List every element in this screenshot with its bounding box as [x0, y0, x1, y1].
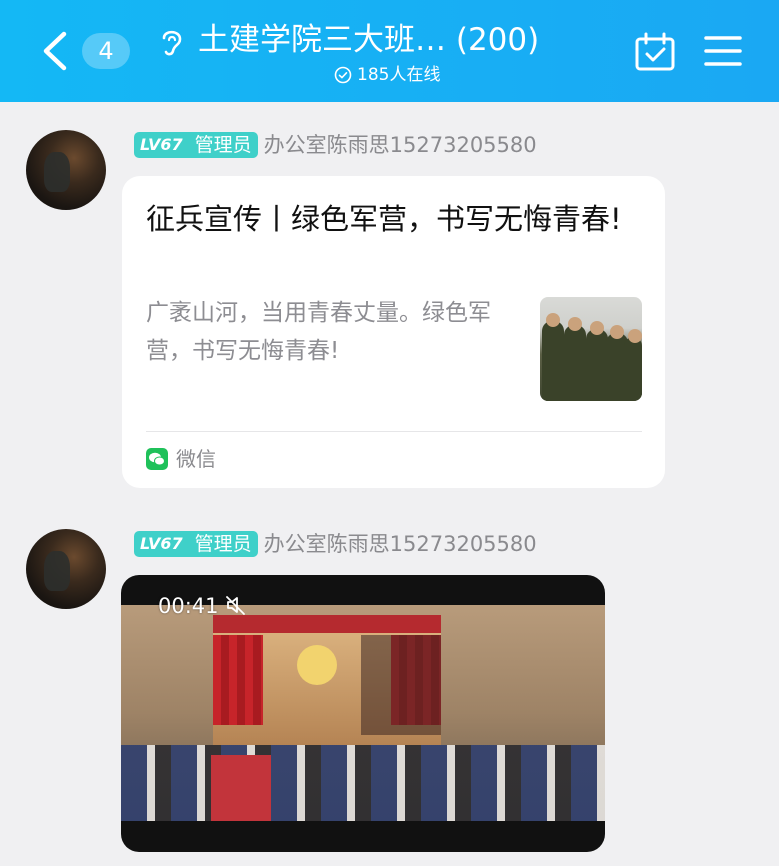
online-status: 185人在线	[334, 62, 440, 88]
divider	[146, 431, 642, 432]
ear-icon	[162, 30, 182, 56]
sender-name[interactable]: 办公室陈雨思15273205580	[264, 130, 537, 160]
calendar-check-icon[interactable]	[634, 32, 676, 72]
level-badge: LV67	[134, 531, 189, 557]
role-badge: 管理员	[188, 531, 258, 557]
online-count: 185人在线	[357, 65, 441, 85]
sender-info: LV67 管理员 办公室陈雨思15273205580	[134, 529, 537, 559]
shared-article-card[interactable]: 征兵宣传丨绿色军营，书写无悔青春! 广袤山河，当用青春丈量。绿色军营，书写无悔青…	[122, 176, 665, 488]
video-message[interactable]: 00:41	[121, 575, 605, 852]
video-duration: 00:41	[158, 594, 219, 618]
chat-header: 4 土建学院三大班… (200) 185人在线	[0, 0, 779, 102]
article-title: 征兵宣传丨绿色军营，书写无悔青春!	[146, 202, 622, 236]
sender-name[interactable]: 办公室陈雨思15273205580	[264, 529, 537, 559]
wechat-icon	[146, 448, 168, 470]
unread-count-badge[interactable]: 4	[82, 33, 130, 69]
back-arrow-icon[interactable]	[36, 28, 76, 74]
avatar[interactable]	[26, 130, 106, 210]
article-description: 广袤山河，当用青春丈量。绿色军营，书写无悔青春!	[146, 300, 491, 364]
avatar[interactable]	[26, 529, 106, 609]
mute-icon[interactable]	[225, 594, 247, 616]
video-frame	[121, 605, 605, 821]
level-badge: LV67	[134, 132, 189, 158]
group-title: 土建学院三大班… (200)	[198, 22, 540, 58]
article-source: 微信	[146, 444, 216, 474]
article-thumbnail	[540, 297, 642, 401]
menu-icon[interactable]	[704, 34, 742, 68]
role-badge: 管理员	[188, 132, 258, 158]
check-circle-icon	[334, 66, 352, 84]
source-label: 微信	[176, 447, 216, 471]
sender-info: LV67 管理员 办公室陈雨思15273205580	[134, 130, 537, 160]
